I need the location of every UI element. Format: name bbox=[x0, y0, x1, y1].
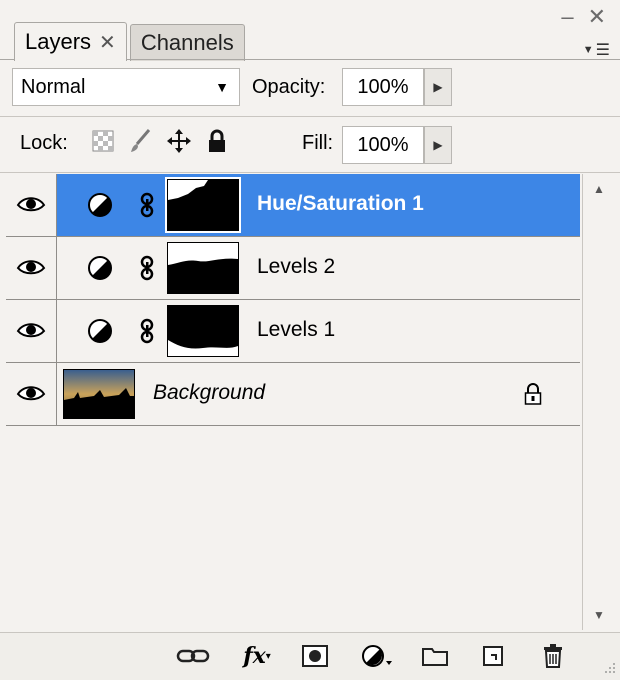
minimize-icon[interactable]: – bbox=[561, 6, 573, 28]
eye-icon bbox=[16, 323, 46, 338]
layer-name: Levels 2 bbox=[257, 255, 336, 278]
resize-grip-icon[interactable] bbox=[602, 662, 616, 676]
visibility-toggle[interactable] bbox=[6, 174, 57, 236]
adjustment-icon bbox=[88, 319, 112, 343]
divider bbox=[0, 116, 620, 117]
blend-mode-select[interactable]: Normal ▼ bbox=[12, 68, 240, 106]
divider bbox=[0, 172, 620, 173]
scroll-up-icon[interactable]: ▲ bbox=[593, 182, 605, 196]
fill-input[interactable]: 100% bbox=[342, 126, 424, 164]
layer-name: Levels 1 bbox=[257, 318, 336, 341]
layer-row-hue-saturation[interactable]: Hue/Saturation 1 bbox=[6, 174, 580, 237]
opacity-input[interactable]: 100% bbox=[342, 68, 424, 106]
visibility-toggle[interactable] bbox=[6, 237, 57, 299]
eye-icon bbox=[16, 197, 46, 212]
layer-row-levels-1[interactable]: Levels 1 bbox=[6, 300, 580, 363]
lock-icon bbox=[524, 383, 542, 405]
chain-link-icon bbox=[140, 192, 154, 218]
eye-icon bbox=[16, 260, 46, 275]
lock-brush-icon[interactable] bbox=[128, 128, 154, 154]
layer-row-levels-2[interactable]: Levels 2 bbox=[6, 237, 580, 300]
scroll-down-icon[interactable]: ▼ bbox=[593, 608, 605, 622]
layer-thumbnail[interactable] bbox=[63, 369, 135, 419]
chain-link-icon bbox=[140, 318, 154, 344]
layer-mask-thumbnail[interactable] bbox=[165, 177, 241, 233]
close-icon[interactable]: ✕ bbox=[588, 6, 606, 28]
triangle-right-icon: ▶ bbox=[433, 138, 443, 152]
layers-panel: – ✕ Layers ✕ Channels ▼ ☰ Normal ▼ Opaci… bbox=[0, 0, 620, 680]
opacity-value: 100% bbox=[357, 75, 409, 98]
tab-label: Channels bbox=[140, 30, 234, 55]
blend-mode-value: Normal bbox=[21, 75, 86, 98]
panel-menu-button[interactable]: ▼ ☰ bbox=[583, 40, 610, 60]
delete-icon[interactable] bbox=[536, 641, 570, 671]
adjustment-icon bbox=[88, 193, 112, 217]
lock-move-icon[interactable] bbox=[166, 128, 192, 154]
lock-icons bbox=[90, 128, 230, 154]
opacity-label: Opacity: bbox=[252, 76, 326, 98]
layer-name: Background bbox=[153, 381, 266, 404]
tab-close-icon[interactable]: ✕ bbox=[99, 30, 116, 55]
link-layers-icon[interactable] bbox=[176, 641, 210, 671]
tab-label: Layers bbox=[25, 29, 92, 54]
layer-body[interactable]: Background bbox=[57, 363, 580, 425]
new-group-icon[interactable] bbox=[418, 641, 452, 671]
adjustment-layer-icon[interactable] bbox=[360, 641, 394, 671]
lock-all-icon[interactable] bbox=[204, 128, 230, 154]
opacity-slider-button[interactable]: ▶ bbox=[424, 68, 452, 106]
layers-list: Hue/Saturation 1 Levels 2 Levels 1 Backg… bbox=[6, 174, 580, 630]
lock-transparency-icon[interactable] bbox=[90, 128, 116, 154]
blend-opacity-row: Normal ▼ Opacity: 100% ▶ bbox=[12, 68, 620, 110]
fill-slider-button[interactable]: ▶ bbox=[424, 126, 452, 164]
layer-body[interactable]: Hue/Saturation 1 bbox=[57, 174, 580, 236]
layer-row-background[interactable]: Background bbox=[6, 363, 580, 426]
layer-body[interactable]: Levels 2 bbox=[57, 237, 580, 299]
bottom-toolbar: fx ▾ bbox=[0, 632, 620, 680]
window-controls: – ✕ bbox=[561, 6, 606, 28]
new-layer-icon[interactable] bbox=[476, 641, 510, 671]
tab-strip: Layers ✕ Channels bbox=[14, 22, 248, 61]
visibility-toggle[interactable] bbox=[6, 363, 57, 425]
scrollbar[interactable]: ▲ ▼ bbox=[582, 174, 617, 630]
triangle-down-icon: ▼ bbox=[582, 44, 594, 56]
tab-channels[interactable]: Channels bbox=[129, 24, 245, 61]
layer-mask-icon[interactable] bbox=[298, 641, 332, 671]
layer-mask-thumbnail[interactable] bbox=[167, 305, 239, 357]
fx-icon[interactable]: fx ▾ bbox=[240, 641, 274, 671]
chain-link-icon bbox=[140, 255, 154, 281]
lock-fill-row: Lock: Fill: 100% ▶ bbox=[20, 124, 620, 166]
tab-layers[interactable]: Layers ✕ bbox=[14, 22, 127, 61]
eye-icon bbox=[16, 386, 46, 401]
fill-label: Fill: bbox=[302, 132, 334, 154]
visibility-toggle[interactable] bbox=[6, 300, 57, 362]
adjustment-icon bbox=[88, 256, 112, 280]
menu-lines-icon: ☰ bbox=[595, 42, 610, 59]
fill-value: 100% bbox=[357, 133, 409, 156]
lock-label: Lock: bbox=[20, 132, 68, 154]
layer-mask-thumbnail[interactable] bbox=[167, 242, 239, 294]
chevron-down-icon: ▼ bbox=[215, 79, 229, 95]
layer-body[interactable]: Levels 1 bbox=[57, 300, 580, 362]
triangle-right-icon: ▶ bbox=[433, 80, 443, 94]
layer-name: Hue/Saturation 1 bbox=[257, 192, 424, 215]
